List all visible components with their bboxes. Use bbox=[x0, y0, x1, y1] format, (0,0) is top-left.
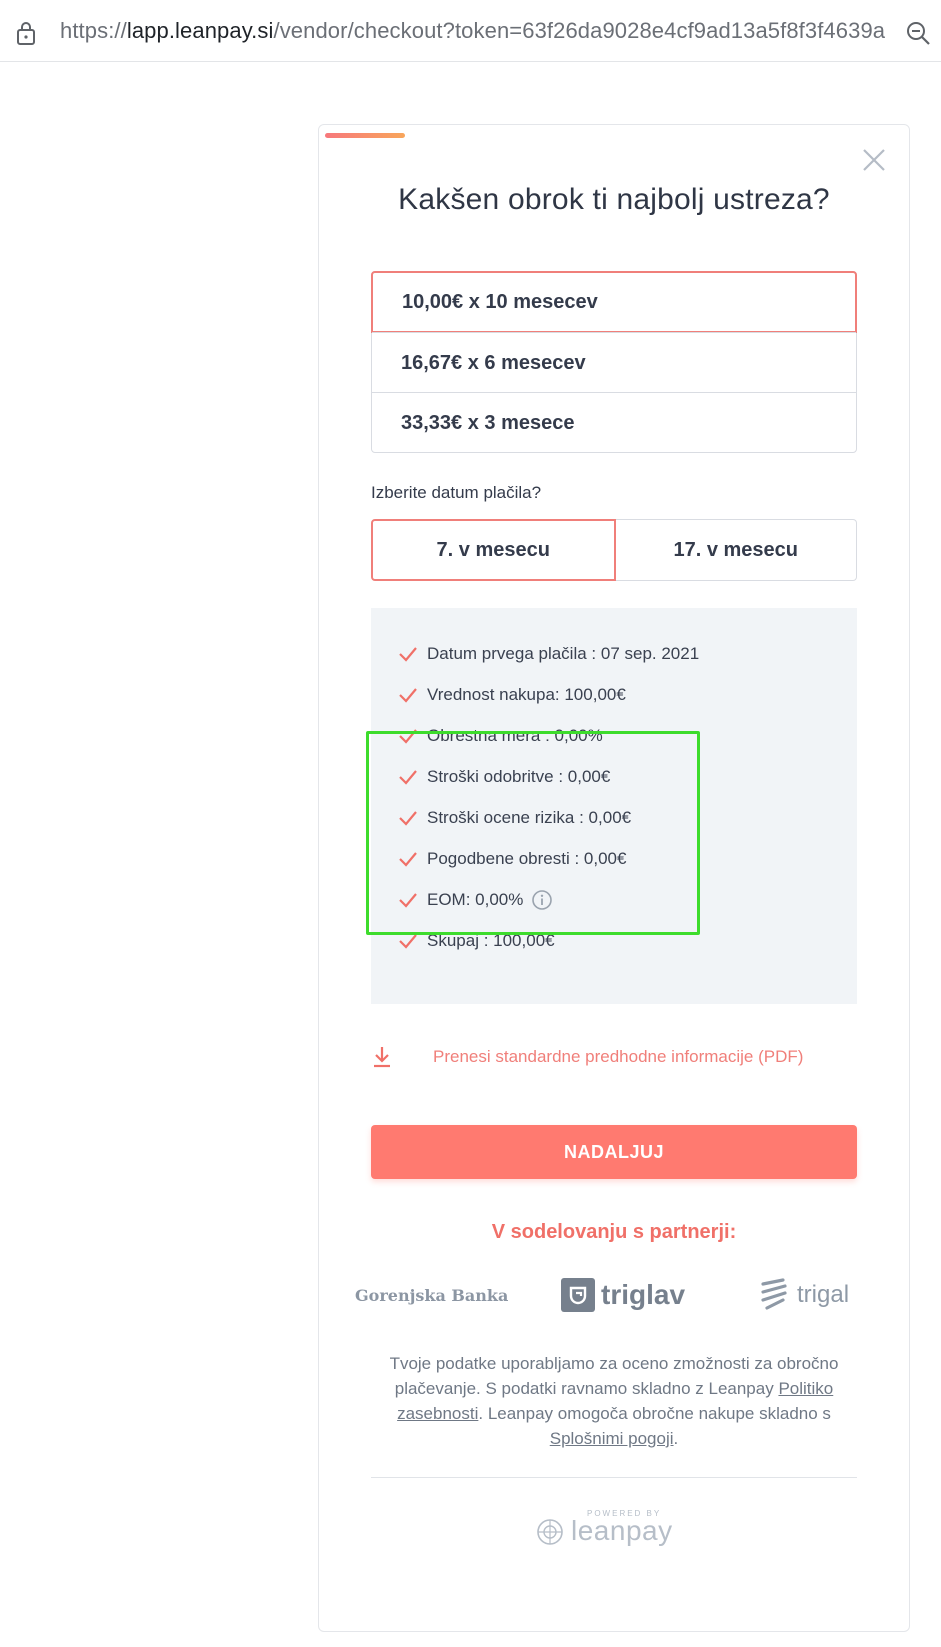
installment-options: 10,00€ x 10 mesecev 16,67€ x 6 mesecev 3… bbox=[371, 271, 857, 453]
partner-name: Gorenjska Banka bbox=[355, 1285, 509, 1305]
payment-date-7[interactable]: 7. v mesecu bbox=[371, 519, 616, 581]
summary-row: Stroški odobritve : 0,00€ bbox=[397, 765, 610, 789]
terms-link[interactable]: Splošnimi pogoji bbox=[550, 1429, 674, 1448]
privacy-text: Tvoje podatke uporabljamo za oceno zmožn… bbox=[389, 1354, 839, 1398]
trigal-logo: trigal bbox=[757, 1273, 849, 1317]
summary-risk-costs: Stroški ocene rizika : 0,00€ bbox=[427, 808, 632, 827]
pdf-download-text[interactable]: Prenesi standardne predhodne informacije… bbox=[433, 1047, 803, 1067]
check-icon bbox=[399, 647, 417, 662]
summary-row: Vrednost nakupa: 100,00€ bbox=[397, 683, 626, 707]
triglav-mark-icon bbox=[561, 1278, 595, 1312]
payment-date-17[interactable]: 17. v mesecu bbox=[615, 519, 857, 581]
summary-contract-interest: Pogodbene obresti : 0,00€ bbox=[427, 849, 627, 868]
leanpay-brand: leanpay bbox=[571, 1515, 673, 1546]
summary-row: Pogodbene obresti : 0,00€ bbox=[397, 847, 626, 871]
check-icon bbox=[399, 729, 417, 744]
privacy-text: . bbox=[673, 1429, 679, 1448]
triglav-logo: triglav bbox=[561, 1273, 685, 1317]
pdf-download-link[interactable]: Prenesi standardne predhodne informacije… bbox=[371, 1045, 857, 1075]
summary-interest-rate: Obrestna mera : 0,00% bbox=[427, 726, 603, 745]
summary-eom: EOM: 0,00% bbox=[427, 890, 524, 909]
installment-option-6[interactable]: 16,67€ x 6 mesecev bbox=[372, 332, 856, 392]
summary-row: Skupaj : 100,00€ bbox=[397, 929, 555, 953]
installment-option-3[interactable]: 33,33€ x 3 mesece bbox=[372, 392, 856, 452]
divider bbox=[371, 1477, 857, 1478]
installment-option-10[interactable]: 10,00€ x 10 mesecev bbox=[371, 271, 857, 333]
url-path: /vendor/checkout?token=63f26da9028e4cf9a… bbox=[273, 18, 886, 43]
url-host: lapp.leanpay.si bbox=[126, 18, 274, 43]
progress-bar bbox=[325, 133, 405, 138]
powered-by-leanpay: POWERED BY leanpay bbox=[535, 1509, 675, 1553]
summary-row: EOM: 0,00% bbox=[397, 888, 553, 912]
address-bar: https://lapp.leanpay.si/vendor/checkout?… bbox=[0, 0, 941, 62]
download-icon bbox=[374, 1047, 390, 1068]
check-icon bbox=[399, 688, 417, 703]
partners-title: V sodelovanju s partnerji: bbox=[491, 1221, 737, 1243]
info-icon[interactable] bbox=[531, 889, 553, 911]
summary-row: Stroški ocene rizika : 0,00€ bbox=[397, 806, 631, 830]
payment-date-options: 7. v mesecu 17. v mesecu bbox=[371, 519, 857, 581]
privacy-text: . Leanpay omogoča obročne nakupe skladno… bbox=[478, 1404, 831, 1423]
summary-first-payment-date: Datum prvega plačila : 07 sep. 2021 bbox=[427, 644, 700, 663]
payment-summary: Datum prvega plačila : 07 sep. 2021 Vred… bbox=[371, 608, 857, 1004]
partner-name: trigal bbox=[797, 1281, 850, 1308]
zoom-out-icon[interactable] bbox=[905, 20, 931, 46]
check-icon bbox=[399, 893, 417, 908]
close-icon[interactable] bbox=[861, 147, 887, 173]
summary-total: Skupaj : 100,00€ bbox=[427, 931, 555, 950]
gorenjska-banka-logo: Gorenjska Banka bbox=[355, 1273, 508, 1317]
trigal-mark-icon bbox=[761, 1278, 787, 1310]
page-title: Kakšen obrok ti najbolj ustreza? bbox=[398, 183, 830, 216]
continue-button[interactable]: NADALJUJ bbox=[371, 1125, 857, 1179]
check-icon bbox=[399, 852, 417, 867]
check-icon bbox=[399, 934, 417, 949]
check-icon bbox=[399, 811, 417, 826]
partner-name: triglav bbox=[601, 1279, 686, 1310]
checkout-card: Kakšen obrok ti najbolj ustreza? 10,00€ … bbox=[318, 124, 910, 1632]
privacy-notice: Tvoje podatke uporabljamo za oceno zmožn… bbox=[371, 1351, 857, 1451]
summary-row: Datum prvega plačila : 07 sep. 2021 bbox=[397, 642, 699, 666]
check-icon bbox=[399, 770, 417, 785]
summary-row: Obrestna mera : 0,00% bbox=[397, 724, 603, 748]
summary-approval-costs: Stroški odobritve : 0,00€ bbox=[427, 767, 611, 786]
leanpay-logo-icon bbox=[537, 1519, 563, 1545]
lock-icon[interactable] bbox=[14, 20, 38, 46]
payment-date-question: Izberite datum plačila? bbox=[371, 483, 542, 502]
url-field[interactable]: https://lapp.leanpay.si/vendor/checkout?… bbox=[60, 18, 885, 44]
summary-purchase-value: Vrednost nakupa: 100,00€ bbox=[427, 685, 626, 704]
url-prefix: https:// bbox=[60, 18, 127, 43]
